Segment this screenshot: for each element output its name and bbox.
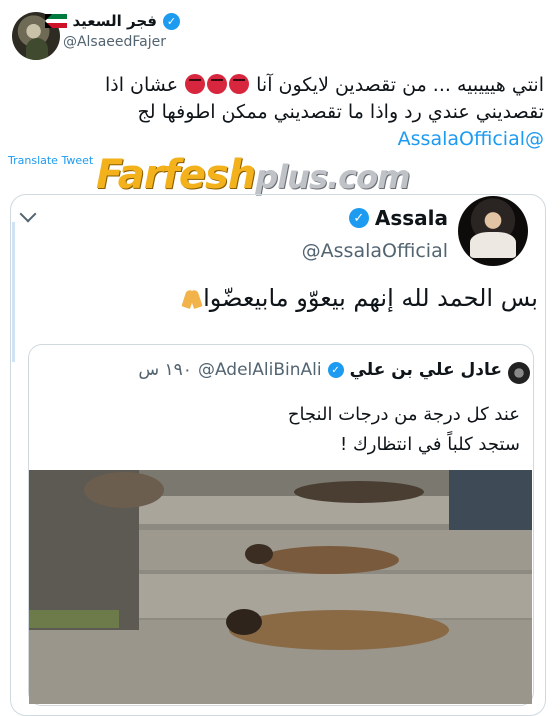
quoted-tweet-text-body: بس الحمد لله إنهم بيعوّو مابيعضّوا (203, 284, 538, 312)
author-name[interactable]: فجر السعيد (73, 12, 157, 30)
tweet-text-line2: تقصديني عندي رد واذا ما تقصديني ممكن اطو… (137, 101, 544, 123)
nested-author-row[interactable]: ١٩٠ س @AdelAliBinAli ✓ عادل علي بن علي (138, 360, 502, 380)
quoted-tweet-text: بس الحمد لله إنهم بيعوّو مابيعضّوا (38, 284, 538, 312)
nested-text-line2: ستجد كلباً في انتظارك ! (340, 434, 520, 455)
angry-face-emoji (229, 74, 250, 94)
nested-quote-text: عند كل درجة من درجات النجاح ستجد كلباً ف… (70, 400, 520, 460)
nested-author-avatar[interactable] (508, 362, 530, 384)
folded-hands-emoji (181, 288, 203, 308)
nested-author-handle[interactable]: @AdelAliBinAli (198, 360, 322, 380)
quoted-author-name-row[interactable]: ✓ Assala (348, 206, 448, 230)
watermark-part1: Farfesh (96, 152, 256, 198)
nested-text-line1: عند كل درجة من درجات النجاح (287, 404, 520, 425)
watermark-part2: plus.com (255, 158, 410, 196)
verified-badge-icon: ✓ (163, 12, 180, 30)
nested-quote-photo[interactable] (29, 470, 532, 704)
nested-author-name[interactable]: عادل علي بن علي (350, 360, 502, 380)
quote-rule (12, 222, 15, 362)
translate-tweet-link[interactable]: Translate Tweet (8, 154, 93, 167)
author-handle[interactable]: @AlsaeedFajer (63, 34, 166, 50)
quoted-author-avatar[interactable] (458, 196, 528, 266)
tweet-text-line1: انتي هيييبيه ... من تقصدين لايكون آنا (256, 74, 544, 96)
watermark: Farfesh plus.com (96, 152, 410, 198)
verified-badge-icon: ✓ (327, 362, 344, 378)
kuwait-flag-icon (44, 14, 67, 28)
quoted-author-name[interactable]: Assala (375, 206, 448, 230)
nested-time: ١٩٠ س (138, 360, 192, 380)
tweet-text: انتي هيييبيه ... من تقصدين لايكون آنا عش… (14, 72, 544, 153)
angry-face-emoji (185, 74, 206, 94)
quoted-author-handle[interactable]: @AssalaOfficial (302, 240, 448, 262)
tweet-text-line1-tail: عشان اذا (104, 74, 179, 96)
verified-badge-icon: ✓ (348, 208, 369, 228)
author-name-row[interactable]: فجر السعيد ✓ (44, 12, 180, 30)
mention-link[interactable]: @AssalaOfficial (14, 126, 544, 153)
angry-face-emoji (207, 74, 228, 94)
